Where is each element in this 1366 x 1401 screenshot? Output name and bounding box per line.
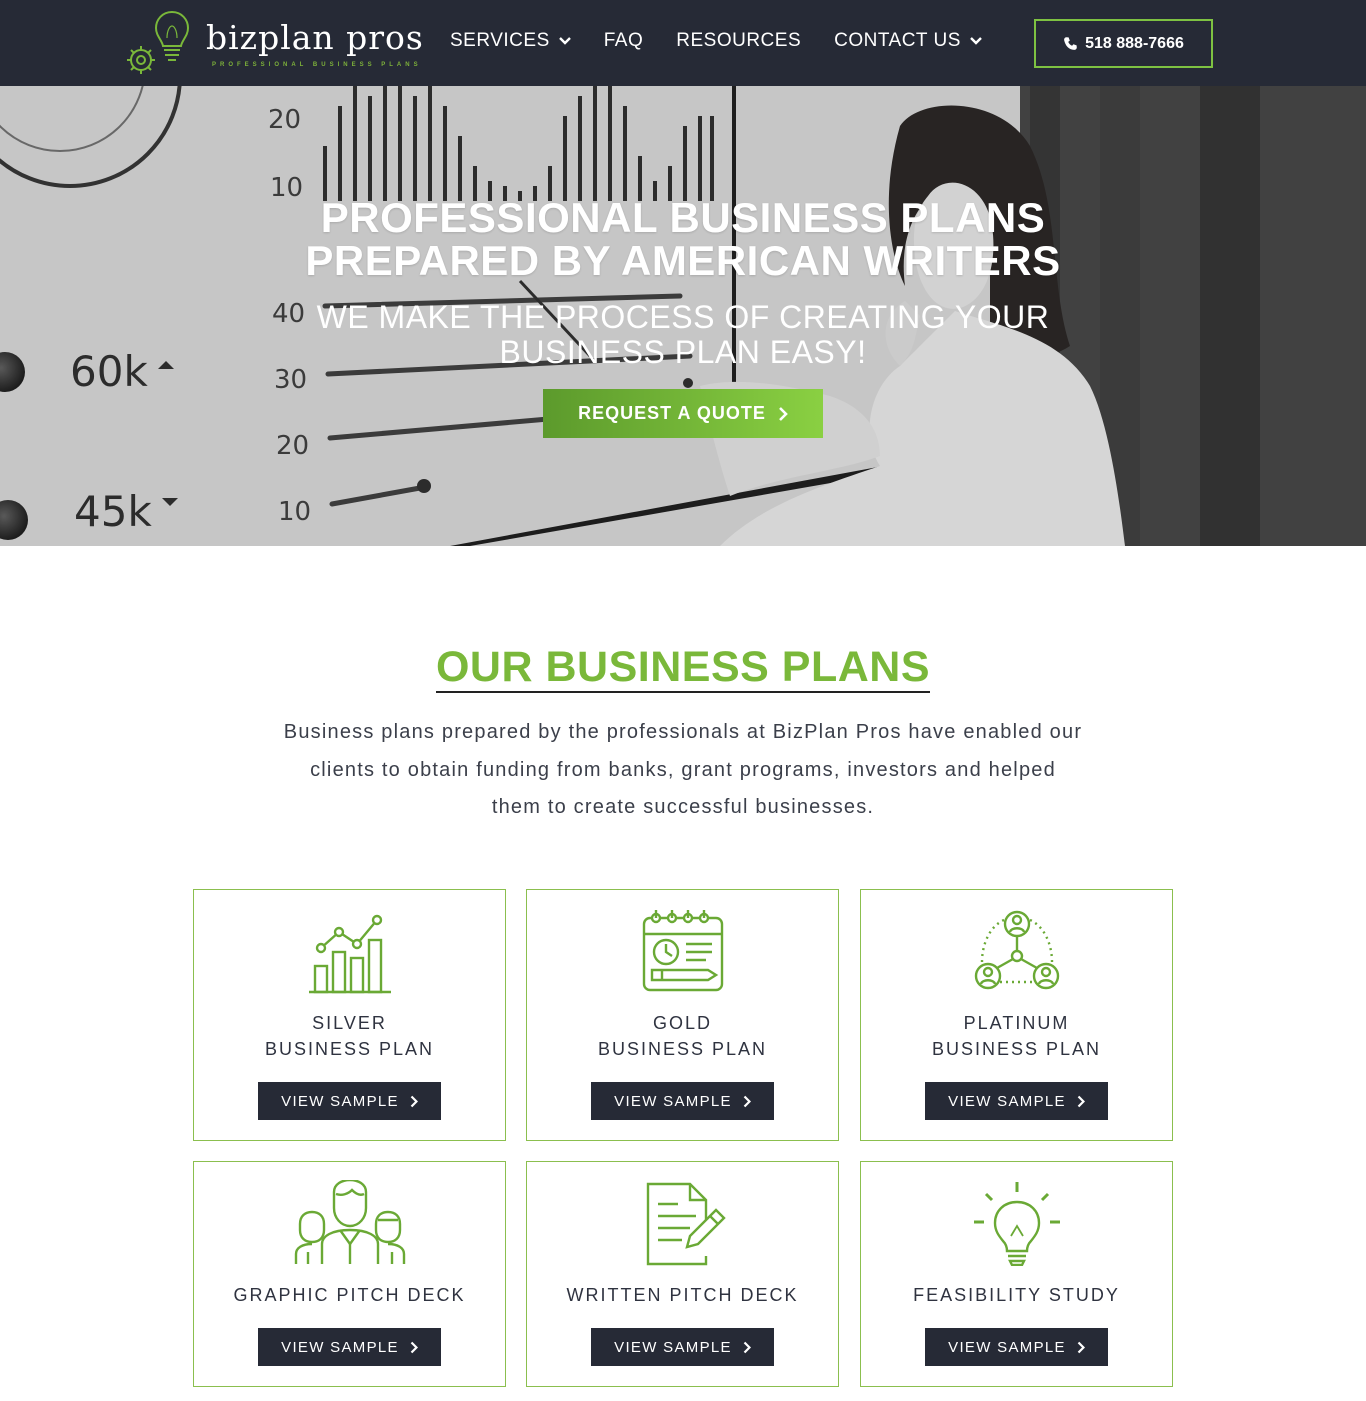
view-sample-button[interactable]: VIEW SAMPLE bbox=[591, 1328, 774, 1366]
phone-button[interactable]: 518 888-7666 bbox=[1034, 19, 1213, 68]
hero-title: PROFESSIONAL BUSINESS PLANS PREPARED BY … bbox=[0, 196, 1366, 282]
plan-card-gold: GOLD BUSINESS PLAN VIEW SAMPLE bbox=[526, 889, 839, 1141]
logo[interactable]: bizplan pros PROFESSIONAL BUSINESS PLANS bbox=[120, 8, 423, 78]
hero-title-line2: PREPARED BY AMERICAN WRITERS bbox=[305, 237, 1061, 284]
request-quote-label: REQUEST A QUOTE bbox=[578, 403, 766, 423]
plan-card-title: FEASIBILITY STUDY bbox=[913, 1285, 1120, 1305]
plan-card-silver: SILVER BUSINESS PLAN VIEW SAMPLE bbox=[193, 889, 506, 1141]
plans-intro-text: Business plans prepared by the professio… bbox=[283, 721, 1083, 818]
team-network-icon bbox=[974, 910, 1060, 990]
chevron-right-icon bbox=[1077, 1095, 1085, 1107]
document-pen-icon bbox=[646, 1182, 726, 1266]
view-sample-button[interactable]: VIEW SAMPLE bbox=[925, 1328, 1108, 1366]
view-sample-button[interactable]: VIEW SAMPLE bbox=[591, 1082, 774, 1120]
hero-title-line1: PROFESSIONAL BUSINESS PLANS bbox=[320, 194, 1046, 241]
lightbulb-icon bbox=[974, 1182, 1060, 1266]
chevron-right-icon bbox=[410, 1095, 418, 1107]
people-group-icon bbox=[294, 1180, 406, 1264]
request-quote-button[interactable]: REQUEST A QUOTE bbox=[543, 389, 823, 438]
nav-contact-us[interactable]: CONTACT US bbox=[834, 30, 982, 52]
hero-subtitle-line2: BUSINESS PLAN EASY! bbox=[499, 334, 867, 370]
chevron-right-icon bbox=[743, 1341, 751, 1353]
hero-subtitle: WE MAKE THE PROCESS OF CREATING YOUR BUS… bbox=[0, 300, 1366, 370]
plan-card-feasibility-study: FEASIBILITY STUDY VIEW SAMPLE bbox=[860, 1161, 1173, 1387]
logo-wordmark: bizplan pros bbox=[206, 18, 424, 57]
phone-icon bbox=[1064, 36, 1077, 50]
plan-card-written-pitch-deck: WRITTEN PITCH DECK VIEW SAMPLE bbox=[526, 1161, 839, 1387]
logo-tagline: PROFESSIONAL BUSINESS PLANS bbox=[212, 62, 422, 68]
chevron-down-icon bbox=[558, 37, 571, 45]
view-sample-button[interactable]: VIEW SAMPLE bbox=[925, 1082, 1108, 1120]
plan-card-title: GOLD BUSINESS PLAN bbox=[597, 1013, 768, 1059]
view-sample-button[interactable]: VIEW SAMPLE bbox=[258, 1082, 441, 1120]
chevron-right-icon bbox=[743, 1095, 751, 1107]
plan-card-title: SILVER BUSINESS PLAN bbox=[264, 1013, 435, 1059]
hero-banner: 60k 45k 20 10 40 30 20 10 bbox=[0, 86, 1366, 546]
chevron-right-icon bbox=[410, 1341, 418, 1353]
plan-card-title: WRITTEN PITCH DECK bbox=[566, 1285, 799, 1305]
nav-services[interactable]: SERVICES bbox=[450, 30, 571, 52]
chevron-down-icon bbox=[970, 37, 982, 45]
plan-card-title: GRAPHIC PITCH DECK bbox=[233, 1285, 466, 1305]
nav-resources[interactable]: RESOURCES bbox=[676, 30, 801, 52]
calendar-planning-icon bbox=[642, 910, 724, 992]
section-heading: OUR BUSINESS PLANS bbox=[0, 645, 1366, 693]
chevron-right-icon bbox=[778, 406, 788, 421]
nav-faq[interactable]: FAQ bbox=[604, 30, 644, 52]
plan-card-title: PLATINUM BUSINESS PLAN bbox=[931, 1013, 1102, 1059]
our-business-plans-heading: OUR BUSINESS PLANS bbox=[435, 643, 930, 693]
logo-lightbulb-gear-icon bbox=[127, 10, 190, 74]
chevron-right-icon bbox=[1077, 1341, 1085, 1353]
site-header: bizplan pros PROFESSIONAL BUSINESS PLANS… bbox=[0, 0, 1366, 86]
plan-card-graphic-pitch-deck: GRAPHIC PITCH DECK VIEW SAMPLE bbox=[193, 1161, 506, 1387]
hero-subtitle-line1: WE MAKE THE PROCESS OF CREATING YOUR bbox=[316, 299, 1050, 335]
view-sample-button[interactable]: VIEW SAMPLE bbox=[258, 1328, 441, 1366]
growth-chart-icon bbox=[309, 914, 391, 994]
plan-card-platinum: PLATINUM BUSINESS PLAN VIEW SAMPLE bbox=[860, 889, 1173, 1141]
phone-number: 518 888-7666 bbox=[1085, 34, 1184, 52]
main-nav: SERVICES FAQ RESOURCES CONTACT US bbox=[450, 30, 1015, 52]
